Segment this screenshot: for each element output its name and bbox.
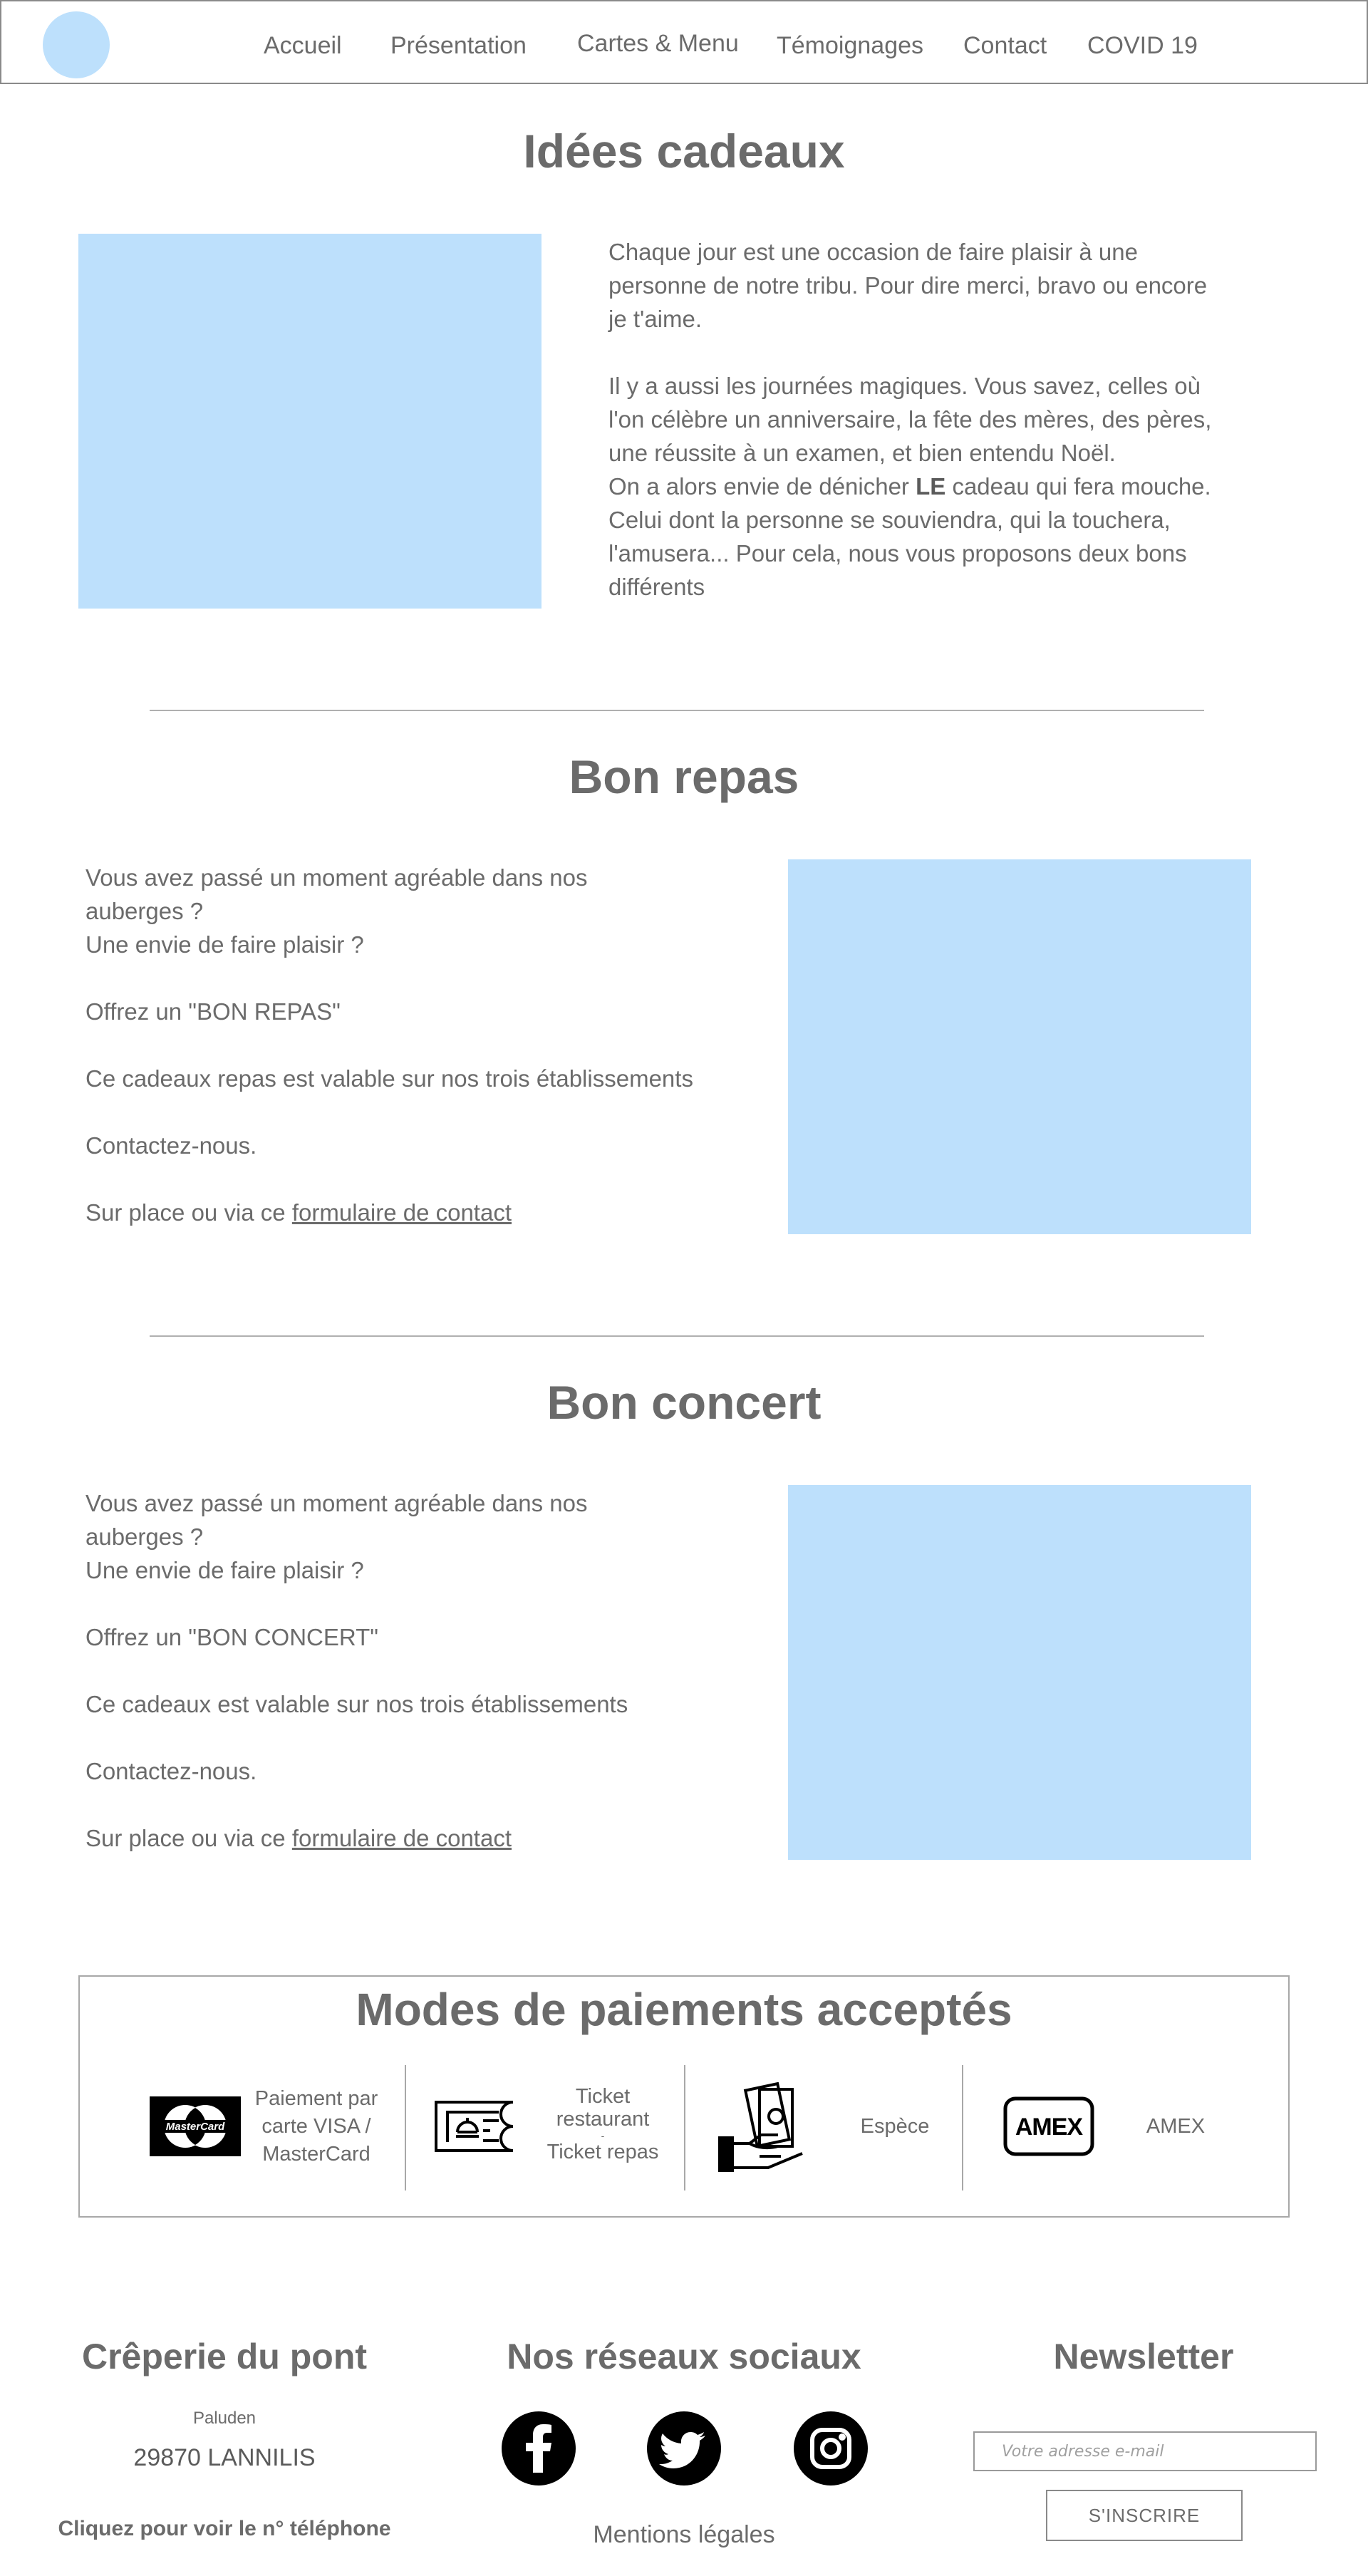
footer-city: 29870 LANNILIS: [133, 2444, 316, 2471]
repas-contact: Contactez-nous.: [86, 1132, 257, 1159]
contact-form-link[interactable]: formulaire de contact: [292, 1199, 512, 1226]
ticket-icon: [433, 2099, 522, 2153]
bon-concert-title: Bon concert: [546, 1376, 822, 1429]
footer-place: Paluden: [192, 2409, 256, 2428]
instagram-icon[interactable]: [794, 2411, 868, 2486]
payment-separator: [962, 2065, 963, 2190]
nav-item-covid[interactable]: COVID 19: [1087, 30, 1198, 61]
repas-line: auberges ?: [86, 898, 204, 924]
intro-line: l'amusera... Pour cela, nous vous propos…: [608, 540, 1187, 567]
intro-line: personne de notre tribu. Pour dire merci…: [608, 272, 1208, 299]
twitter-icon[interactable]: [647, 2411, 721, 2486]
show-phone-link[interactable]: Cliquez pour voir le n° téléphone: [28, 2517, 420, 2541]
legal-notice-link[interactable]: Mentions légales: [470, 2521, 898, 2549]
repas-image-placeholder: [788, 859, 1251, 1234]
repas-validity: Ce cadeaux repas est valable sur nos tro…: [86, 1065, 693, 1092]
intro-line: l'on célèbre un anniversaire, la fête de…: [608, 406, 1212, 433]
concert-offer: Offrez un "BON CONCERT": [86, 1624, 378, 1650]
amex-payment-label: AMEX: [1146, 2115, 1206, 2138]
nav-item-presentation[interactable]: Présentation: [390, 30, 527, 61]
cash-payment-label: Espèce: [860, 2115, 930, 2138]
intro-line: Il y a aussi les journées magiques. Vous…: [608, 373, 1201, 399]
footer-newsletter-title: Newsletter: [1053, 2337, 1234, 2376]
svg-text:AMEX: AMEX: [1015, 2114, 1084, 2141]
nav-item-accueil[interactable]: Accueil: [264, 30, 342, 61]
concert-image-placeholder: [788, 1485, 1251, 1860]
nav-item-cartes-menu[interactable]: Cartes & Menu: [577, 28, 739, 59]
nav-item-contact[interactable]: Contact: [963, 30, 1047, 61]
concert-via: Sur place ou via ce formulaire de contac…: [86, 1825, 512, 1851]
concert-line: Une envie de faire plaisir ?: [86, 1557, 364, 1583]
section-divider: [150, 1335, 1204, 1337]
repas-line: Vous avez passé un moment agréable dans …: [86, 864, 588, 891]
intro-line: une réussite à un examen, et bien entend…: [608, 440, 1116, 466]
ticket-payment-label: Ticket restaurant - Ticket repas: [546, 2085, 659, 2163]
payment-separator: [405, 2065, 406, 2190]
intro-text: Chaque jour est une occasion de faire pl…: [608, 235, 1264, 604]
gift-image-placeholder: [78, 234, 542, 609]
intro-line: je t'aime.: [608, 306, 703, 332]
cash-icon: [718, 2081, 809, 2175]
newsletter-email-input[interactable]: [973, 2431, 1317, 2471]
concert-contact: Contactez-nous.: [86, 1758, 257, 1784]
mastercard-icon: MasterCard: [150, 2096, 241, 2156]
payment-separator: [684, 2065, 685, 2190]
bon-concert-text: Vous avez passé un moment agréable dans …: [86, 1486, 755, 1855]
intro-line-highlight: On a alors envie de dénicher LE cadeau q…: [608, 473, 1211, 500]
intro-line: différents: [608, 574, 705, 600]
site-logo[interactable]: [43, 11, 110, 78]
repas-offer: Offrez un "BON REPAS": [86, 998, 341, 1025]
site-header: Accueil Présentation Cartes & Menu Témoi…: [0, 0, 1368, 84]
intro-line: Chaque jour est une occasion de faire pl…: [608, 239, 1138, 265]
svg-text:MasterCard: MasterCard: [166, 2121, 225, 2133]
card-payment-label: Paiement par carte VISA / MasterCard: [254, 2087, 378, 2166]
nav-item-temoignages[interactable]: Témoignages: [777, 30, 923, 61]
concert-validity: Ce cadeaux est valable sur nos trois éta…: [86, 1691, 628, 1717]
concert-line: auberges ?: [86, 1524, 204, 1550]
concert-line: Vous avez passé un moment agréable dans …: [86, 1490, 588, 1516]
contact-form-link[interactable]: formulaire de contact: [292, 1825, 512, 1851]
section-divider: [150, 710, 1204, 711]
footer-social-title: Nos réseaux sociaux: [507, 2337, 861, 2376]
newsletter-subscribe-button[interactable]: S'INSCRIRE: [1046, 2490, 1243, 2541]
amex-icon: AMEX: [1003, 2096, 1094, 2156]
repas-via: Sur place ou via ce formulaire de contac…: [86, 1199, 512, 1226]
bon-repas-title: Bon repas: [569, 750, 799, 803]
facebook-icon[interactable]: [502, 2411, 576, 2486]
page-title: Idées cadeaux: [523, 125, 845, 177]
footer-restaurant-title: Crêperie du pont: [81, 2337, 368, 2376]
repas-line: Une envie de faire plaisir ?: [86, 931, 364, 958]
payment-methods-title: Modes de paiements acceptés: [356, 1984, 1012, 2035]
bon-repas-text: Vous avez passé un moment agréable dans …: [86, 861, 755, 1229]
intro-line: Celui dont la personne se souviendra, qu…: [608, 507, 1171, 533]
